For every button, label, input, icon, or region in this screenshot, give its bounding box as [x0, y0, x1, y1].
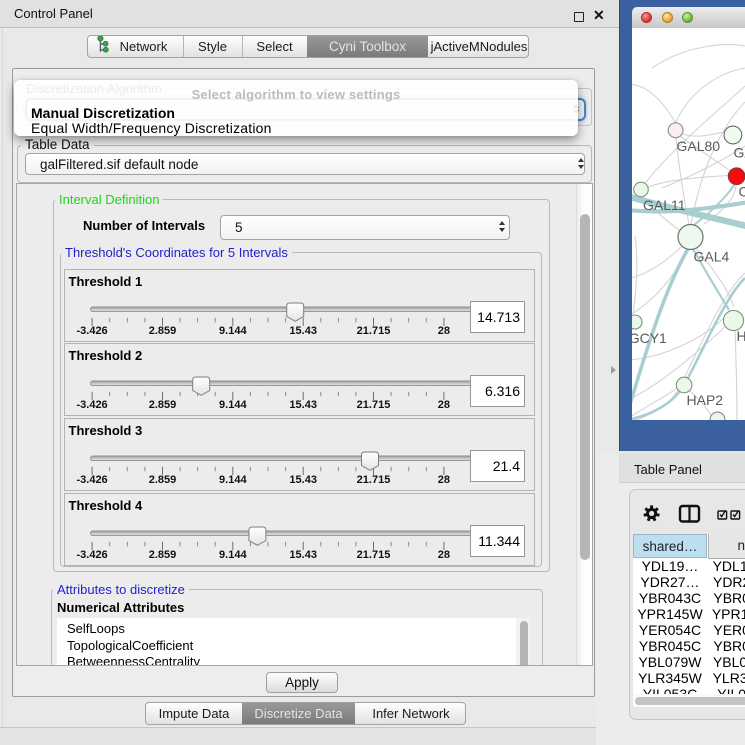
svg-text:GAL4: GAL4: [694, 249, 730, 265]
svg-text:21.715: 21.715: [356, 399, 390, 411]
svg-text:28: 28: [437, 325, 449, 337]
svg-text:15.43: 15.43: [289, 399, 317, 411]
svg-text:15.43: 15.43: [289, 325, 317, 337]
svg-text:GCY1: GCY1: [632, 330, 667, 346]
svg-text:9.144: 9.144: [219, 474, 247, 486]
svg-text:H: H: [737, 328, 745, 344]
svg-text:2.859: 2.859: [148, 325, 176, 337]
svg-text:GAL11: GAL11: [643, 197, 686, 213]
svg-text:HAP2: HAP2: [687, 392, 724, 408]
svg-text:28: 28: [437, 399, 449, 411]
svg-text:-3.426: -3.426: [76, 549, 107, 561]
svg-text:2.859: 2.859: [148, 399, 176, 411]
svg-text:-3.426: -3.426: [76, 474, 107, 486]
svg-text:2.859: 2.859: [148, 474, 176, 486]
svg-text:-3.426: -3.426: [76, 325, 107, 337]
svg-text:21.715: 21.715: [356, 325, 390, 337]
svg-text:GA: GA: [734, 145, 745, 161]
svg-text:9.144: 9.144: [219, 549, 247, 561]
svg-text:21.715: 21.715: [356, 549, 390, 561]
svg-text:2.859: 2.859: [148, 549, 176, 561]
svg-text:-3.426: -3.426: [76, 399, 107, 411]
svg-text:28: 28: [437, 474, 449, 486]
svg-text:15.43: 15.43: [289, 474, 317, 486]
svg-text:21.715: 21.715: [356, 474, 390, 486]
svg-text:28: 28: [437, 549, 449, 561]
svg-text:15.43: 15.43: [289, 549, 317, 561]
svg-text:C: C: [739, 184, 745, 200]
svg-text:GAL80: GAL80: [677, 138, 721, 154]
svg-text:9.144: 9.144: [219, 325, 247, 337]
svg-text:9.144: 9.144: [219, 399, 247, 411]
